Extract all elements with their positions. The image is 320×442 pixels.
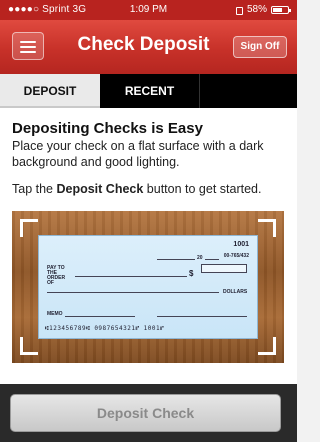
tap-instruction: Tap the Deposit Check button to get star… — [12, 182, 262, 196]
dollar-sign: $ — [189, 269, 194, 278]
nav-bar: Check Deposit Sign Off — [0, 20, 297, 74]
amount-box — [201, 264, 247, 273]
hamburger-icon — [20, 41, 36, 43]
status-bar: ●●●●○ Sprint 3G 1:09 PM 58% — [0, 0, 297, 20]
page-title: Check Deposit — [77, 34, 210, 55]
frame-corner-bottom-right — [258, 337, 276, 355]
section-heading: Depositing Checks is Easy — [12, 120, 203, 137]
frame-corner-top-left — [20, 219, 38, 237]
sign-off-button[interactable]: Sign Off — [233, 36, 287, 58]
dollars-label: DOLLARS — [223, 289, 248, 295]
check-illustration: 1001 00-765/432 20 PAY TO THE ORDER OF $… — [12, 211, 284, 363]
tab-deposit[interactable]: DEPOSIT — [0, 74, 100, 108]
memo-label: MEMO — [47, 311, 63, 317]
battery-percent: 58% — [246, 4, 267, 15]
date-line — [157, 259, 195, 260]
pay-to-label: PAY TO THE ORDER OF — [47, 265, 66, 286]
battery-icon — [271, 5, 291, 14]
payee-line — [75, 276, 187, 277]
menu-button[interactable] — [12, 32, 44, 60]
deposit-check-button[interactable]: Deposit Check — [10, 394, 281, 432]
sample-check: 1001 00-765/432 20 PAY TO THE ORDER OF $… — [38, 235, 258, 339]
tab-bar: DEPOSIT RECENT — [0, 74, 297, 108]
deposit-check-emphasis: Deposit Check — [56, 182, 144, 196]
tab-recent[interactable]: RECENT — [100, 74, 200, 108]
instructions-text: Place your check on a flat surface with … — [12, 139, 264, 169]
written-amount-line — [47, 292, 219, 293]
status-right: 58% — [235, 4, 291, 15]
check-number: 1001 — [233, 241, 249, 248]
routing-fraction: 00-765/432 — [223, 253, 249, 259]
date-line-end — [205, 259, 219, 260]
lock-icon — [235, 6, 243, 15]
frame-corner-bottom-left — [20, 337, 38, 355]
bottom-bar: Deposit Check — [0, 384, 297, 442]
deposit-content: Depositing Checks is Easy Place your che… — [0, 108, 297, 384]
frame-corner-top-right — [258, 219, 276, 237]
signature-line — [157, 316, 247, 317]
date-year: 20 — [197, 255, 203, 261]
micr-line: ⑆123456789⑆ 0987654321⑈ 1001⑈ — [45, 325, 165, 332]
memo-line — [65, 316, 135, 317]
